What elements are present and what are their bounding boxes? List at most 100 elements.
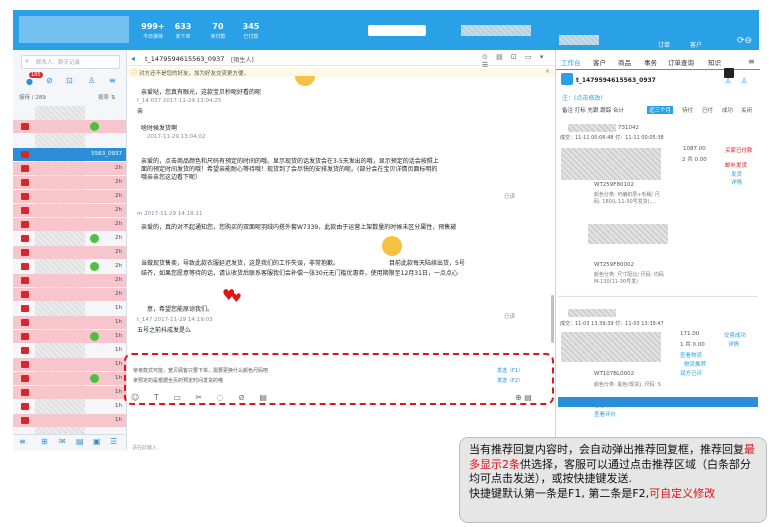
group-icon[interactable]: ⊡ [66,76,73,85]
header-tools-icon[interactable]: ⊙ ▤ ⊡ ▭ ▾ ☰ [482,53,555,69]
sort-button[interactable]: 按序 ⇅ [98,93,115,101]
message-meta: m 2017-11-29 14:18:11 [137,211,203,217]
logistics-recommend-link[interactable]: 物流推荐 [684,360,706,368]
contact-row[interactable]: 2h [13,162,126,175]
contact-row[interactable]: 2h [13,218,126,231]
tag-icon[interactable]: ♙ [741,77,747,85]
notice-text[interactable]: 对方还不是您的好友，加为好友交流更方便。 [139,69,249,77]
customer-note[interactable]: 注：(点击修改) [562,93,603,102]
chat-list-icon[interactable]: ● [26,77,33,86]
contact-row[interactable]: 1h [13,386,126,399]
contact-time: 1h [115,361,122,367]
shop-name [559,35,599,45]
details-link[interactable]: 详情 [728,340,739,348]
contact-row[interactable] [13,120,126,133]
list-icon[interactable]: ☰ [110,437,117,446]
contact-row[interactable]: 1h [13,330,126,343]
contact-time: 1h [115,375,122,381]
contact-row[interactable]: 2h [13,260,126,273]
search-input[interactable]: ⌕ 联系人、聊天记录 [21,55,120,69]
customer-id[interactable]: t_1479594615563_0937 [576,77,656,84]
ship-button[interactable]: 发货 [731,170,742,178]
contact-row[interactable]: 1h [13,302,126,315]
menu-icon[interactable]: ≡ [109,76,116,85]
message-text: 当做现货售卖，导致此款衣服延迟发货，这是我们的工作失误，非常抱歉。 [141,260,340,267]
order-filter-tab[interactable]: 关闭 [741,106,752,114]
right-tab[interactable]: 工作台 [561,57,581,67]
goods-code: WT259F80102 [594,182,634,188]
folder-icon[interactable]: ▤ [76,437,84,446]
order-filter-tab[interactable]: 近三个月 [647,106,674,114]
right-tab[interactable]: 订单查询 [668,57,694,67]
right-tab[interactable]: 商品 [618,57,631,67]
contact-row[interactable]: 5563_0937 [13,148,126,161]
message-text: 啥时候发货啊 [141,125,178,132]
message-input-placeholder[interactable]: 请在此输入 [132,444,157,451]
message-meta: 2017-11-29 13:04:02 [147,134,206,140]
contact-row[interactable]: 2h [13,246,126,259]
contact-row[interactable]: 1h [13,414,126,427]
tag-icon [21,291,29,298]
top-tab-customers[interactable]: 客户 [690,40,702,49]
contacts-icon[interactable]: ⊘ [46,76,53,85]
top-search-box[interactable] [368,25,426,36]
contact-time: 2h [115,291,122,297]
contact-time: 5563_0937 [91,151,122,157]
more-icon[interactable]: ≡ [748,57,755,66]
right-tab[interactable]: 事务 [644,57,657,67]
tag-icon [21,193,29,200]
tag-icon [21,361,29,368]
contact-row[interactable]: 1h [13,400,126,413]
contact-row[interactable]: 1h [13,372,126,385]
back-icon[interactable]: ◂ [131,54,135,63]
settings-icon[interactable]: ⟳⊖ [737,36,752,46]
contact-row[interactable]: 2h [13,190,126,203]
stat-unordered[interactable]: 633 未下单 [163,14,203,40]
order-status: 交易成功 [724,333,747,339]
stat-value: 633 [174,22,192,31]
tag-icon [21,347,29,354]
order-action[interactable]: 邮补发货 [725,161,747,169]
contact-row[interactable]: 1h [13,316,126,329]
message-text: 结齐，如果您愿意等待的话，请认收货后联系客服我们会补偿一张30元无门槛优惠券，使… [141,270,458,277]
close-icon[interactable]: × [545,68,550,75]
contact-row[interactable] [13,106,126,119]
order-id[interactable]: 731042 [618,125,639,131]
left-toolbar: ≡ ⊞ ✉ ▤ ▣ ☰ [13,434,126,451]
top-tab-orders[interactable]: 订单 [658,40,670,49]
contact-row[interactable]: 2h [13,204,126,217]
chat-title: t_1479594615563_0937 [145,55,225,63]
contact-row[interactable]: 2h [13,176,126,189]
order-card-1: 731042 成交：11-11 00:06:48 付：11-11 00:05:3… [558,120,758,297]
details-link[interactable]: 详情 [731,178,742,186]
team-icon[interactable]: ♙ [88,76,95,85]
right-tab[interactable]: 知识 [708,57,721,67]
notification-popup[interactable] [558,397,758,407]
right-tab[interactable]: 客户 [593,57,606,67]
menu-icon[interactable]: ≡ [19,437,26,446]
note-options[interactable]: 备注 打标 先跟 跟踪 合计 [562,106,624,114]
add-icon[interactable]: ⊞ [41,437,48,446]
goods-desc: 颜色分类: 黑色(现货), 尺码: S [594,382,661,388]
contact-time: 2h [115,263,122,269]
chat-scrollbar[interactable] [551,295,554,343]
stat-paid[interactable]: 345 已付款 [231,14,271,40]
tag-icon [21,277,29,284]
info-icon: ⓘ [131,70,138,77]
contact-row[interactable] [13,134,126,147]
order-filter-tab[interactable]: 待付 [682,106,693,114]
contact-row[interactable]: 2h [13,288,126,301]
box-icon[interactable]: ▣ [93,437,101,446]
check-icon [90,262,99,271]
logistics-link[interactable]: 查看物流 [680,351,702,359]
read-status: 已读 [504,314,516,320]
reviews-link[interactable]: 查看评价 [594,410,616,418]
tag-icon [21,333,29,340]
contact-row[interactable]: 1h [13,344,126,357]
contact-row[interactable]: 1h [13,358,126,371]
contact-row[interactable]: 2h [13,232,126,245]
order-filter-tab[interactable]: 已付 [702,106,713,114]
mail-icon[interactable]: ✉ [59,437,66,446]
contact-row[interactable]: 2h [13,274,126,287]
order-filter-tab[interactable]: 成功 [722,106,733,114]
